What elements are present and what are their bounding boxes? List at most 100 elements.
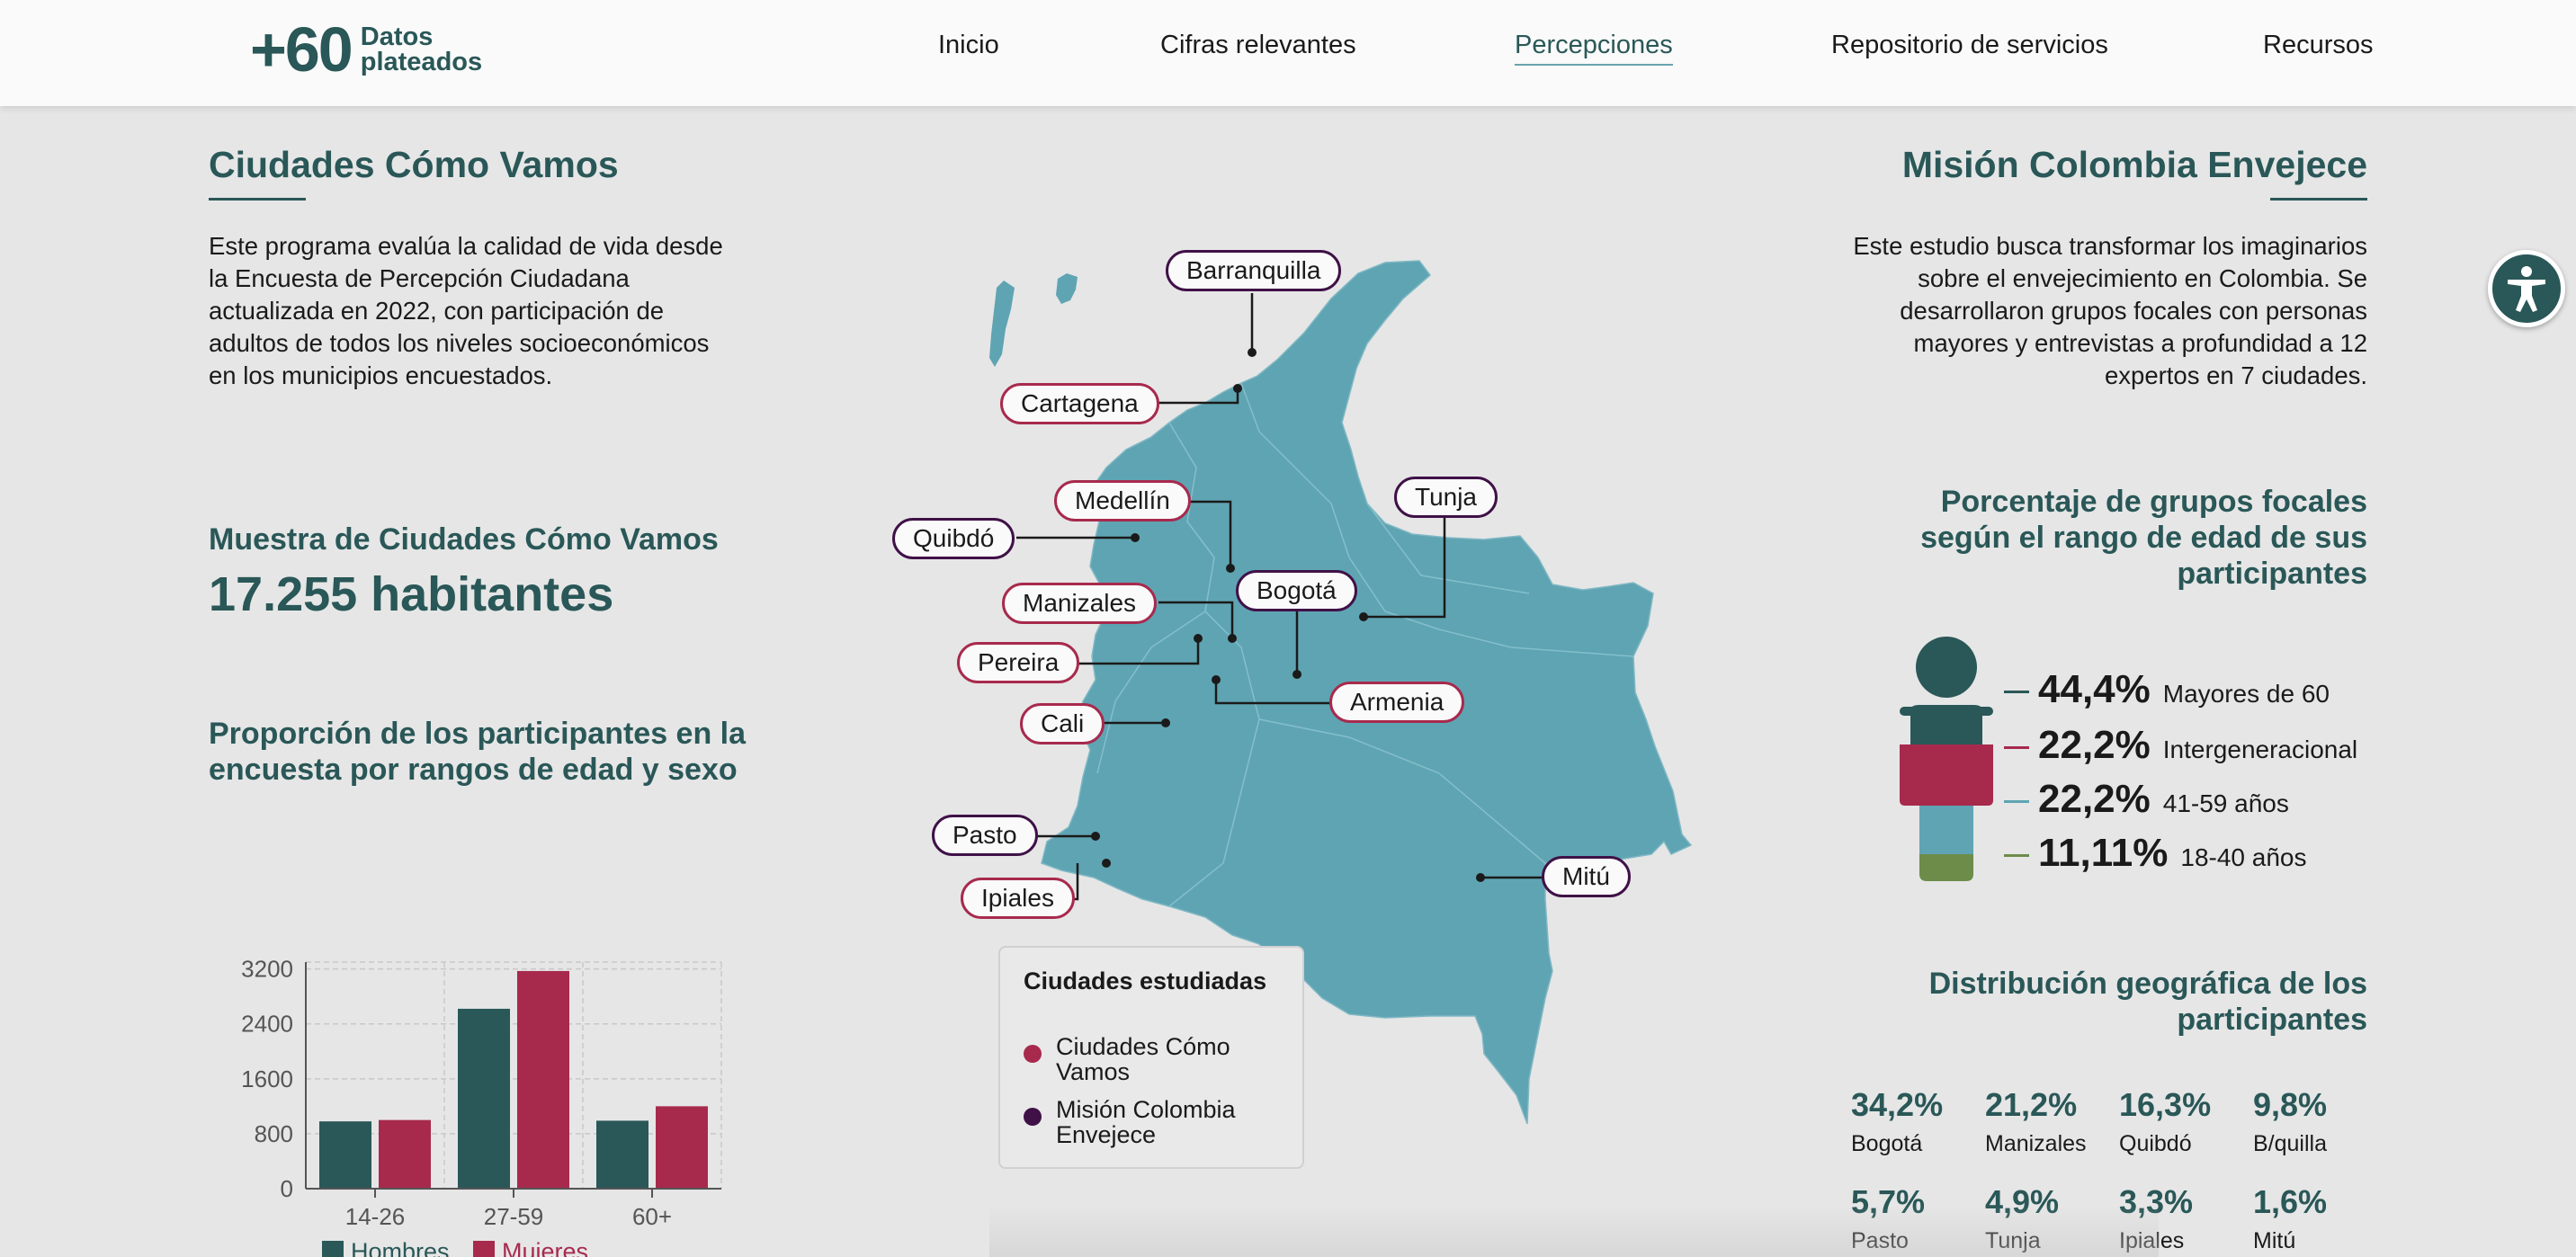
legend-dot-ccv: [1024, 1045, 1042, 1063]
city-dot-armenia: [1212, 675, 1221, 684]
city-label-cali[interactable]: Cali: [1020, 703, 1105, 744]
city-label-pasto[interactable]: Pasto: [932, 815, 1038, 856]
person-figure-icon: [1900, 637, 1993, 881]
geo-value-pasto: 5,7%: [1851, 1183, 1926, 1220]
city-label-quibdo[interactable]: Quibdó: [892, 518, 1015, 559]
nav-inicio[interactable]: Inicio: [938, 31, 999, 60]
city-label-pereira[interactable]: Pereira: [957, 642, 1080, 683]
bar-mujeres-27-59: [517, 970, 569, 1189]
city-dot-bogota: [1292, 670, 1301, 679]
legend-label-hombres: Hombres: [351, 1238, 450, 1257]
city-dot-cali: [1161, 718, 1170, 727]
city-dot-pereira: [1194, 634, 1203, 643]
city-dot-cartagena: [1233, 384, 1242, 393]
providencia-island: [1056, 273, 1078, 304]
bar-hombres-27-59: [458, 1008, 510, 1189]
bar-hombres-14-26: [319, 1121, 371, 1189]
focal-value-18-40: 11,11%: [2038, 831, 2169, 875]
focal-dash-60plus: [2004, 691, 2029, 693]
focal-row-intergeneracional: 22,2% Intergeneracional: [2004, 723, 2357, 768]
legend-label-ccv: Ciudades Cómo Vamos: [1056, 1033, 1230, 1085]
city-dot-mitu: [1476, 873, 1485, 882]
legend-swatch-mujeres: [473, 1241, 495, 1257]
focal-value-intergeneracional: 22,2%: [2038, 723, 2151, 767]
geo-value-bogota: 34,2%: [1851, 1086, 1944, 1123]
scroll-fade: [989, 1205, 2159, 1257]
geo-value-bquilla: 9,8%: [2253, 1086, 2328, 1123]
accessibility-icon: [2508, 266, 2545, 312]
geo-city-ipiales: Ipiales: [2119, 1228, 2185, 1253]
geo-city-manizales: Manizales: [1985, 1131, 2087, 1156]
city-dot-ipiales: [1102, 859, 1111, 868]
x-tick-label: 27-59: [484, 1203, 544, 1230]
geo-city-mitu: Mitú: [2253, 1228, 2296, 1253]
x-tick-label: 60+: [632, 1203, 672, 1230]
mision-title: Misión Colombia Envejece: [1901, 144, 2367, 185]
nav-percepciones[interactable]: Percepciones: [1515, 31, 1673, 66]
focal-groups-title: Porcentaje de grupos focales según el ra…: [1920, 485, 2367, 591]
city-label-ipiales[interactable]: Ipiales: [961, 878, 1075, 919]
legend-label-mujeres: Mujeres: [502, 1238, 588, 1257]
focal-dash-41-59: [2004, 800, 2029, 803]
focal-dash-intergeneracional: [2004, 746, 2029, 749]
map-legend: Ciudades estudiadas Ciudades Cómo Vamos …: [998, 946, 1304, 1169]
geo-value-mitu: 1,6%: [2253, 1183, 2328, 1220]
geo-value-tunja: 4,9%: [1985, 1183, 2060, 1220]
focal-label-60plus: Mayores de 60: [2162, 680, 2330, 708]
nav-repositorio-servicios[interactable]: Repositorio de servicios: [1831, 31, 2108, 60]
focal-label-18-40: 18-40 años: [2180, 843, 2307, 871]
nav-recursos[interactable]: Recursos: [2263, 31, 2374, 60]
accessibility-button[interactable]: [2488, 250, 2565, 327]
ccv-title-underline: [209, 198, 306, 201]
y-tick-label: 0: [281, 1175, 293, 1202]
sample-value: 17.255 habitantes: [209, 567, 614, 621]
site-header: +60 Datos plateados Inicio Cifras releva…: [0, 0, 2576, 106]
focal-row-60plus: 44,4% Mayores de 60: [2004, 667, 2330, 712]
y-tick-label: 3200: [241, 956, 293, 983]
focal-label-41-59: 41-59 años: [2162, 789, 2289, 817]
legend-swatch-hombres: [322, 1241, 344, 1257]
san-andres-island: [989, 281, 1015, 367]
city-dot-tunja: [1359, 612, 1368, 621]
age-sex-chart-title: Proporción de los participantes en la en…: [209, 717, 747, 787]
city-label-mitu[interactable]: Mitú: [1542, 856, 1631, 897]
city-label-bogota[interactable]: Bogotá: [1236, 570, 1357, 611]
x-tick-label: 14-26: [345, 1203, 406, 1230]
geo-value-quibdo: 16,3%: [2119, 1086, 2212, 1123]
nav-cifras-relevantes[interactable]: Cifras relevantes: [1160, 31, 1356, 60]
chart-bars: [319, 970, 708, 1189]
bar-hombres-60+: [596, 1120, 648, 1189]
mision-title-underline: [2270, 198, 2367, 201]
city-dot-barranquilla: [1248, 348, 1257, 357]
geo-city-bogota: Bogotá: [1851, 1131, 1923, 1156]
mision-description: Este estudio busca transformar los imagi…: [1853, 232, 2367, 389]
city-label-armenia[interactable]: Armenia: [1329, 682, 1465, 723]
y-tick-label: 2400: [241, 1011, 293, 1038]
age-sex-bar-chart: 0 800 1600 2400 3200 14-26 27-59 60+ Hombres Muj…: [241, 956, 722, 1257]
city-label-tunja[interactable]: Tunja: [1394, 477, 1498, 518]
focal-value-41-59: 22,2%: [2038, 777, 2151, 821]
geo-city-quibdo: Quibdó: [2119, 1131, 2192, 1156]
map-islands: [989, 273, 1078, 367]
legend-item-mision: Misión Colombia Envejece: [1024, 1097, 1293, 1147]
bar-mujeres-60+: [656, 1106, 708, 1189]
geo-city-pasto: Pasto: [1851, 1228, 1909, 1253]
geo-value-ipiales: 3,3%: [2119, 1183, 2194, 1220]
focal-label-intergeneracional: Intergeneracional: [2162, 735, 2358, 763]
geo-value-manizales: 21,2%: [1985, 1086, 2078, 1123]
ccv-title: Ciudades Cómo Vamos: [209, 144, 619, 185]
focal-dash-18-40: [2004, 854, 2029, 857]
city-label-medellin[interactable]: Medellín: [1054, 480, 1191, 522]
city-dot-manizales: [1228, 634, 1237, 643]
focal-row-18-40: 11,11% 18-40 años: [2004, 831, 2306, 876]
city-label-barranquilla[interactable]: Barranquilla: [1166, 250, 1342, 291]
city-label-cartagena[interactable]: Cartagena: [1000, 383, 1159, 424]
city-dot-quibdo: [1131, 533, 1140, 542]
main-nav: Inicio Cifras relevantes Percepciones Re…: [0, 31, 2576, 76]
chart-legend: Hombres Mujeres: [322, 1238, 588, 1257]
city-label-manizales[interactable]: Manizales: [1002, 583, 1158, 624]
legend-item-ccv: Ciudades Cómo Vamos: [1024, 1034, 1293, 1084]
legend-dot-mision: [1024, 1108, 1042, 1126]
sample-title: Muestra de Ciudades Cómo Vamos: [209, 522, 719, 557]
y-tick-label: 800: [255, 1120, 293, 1147]
